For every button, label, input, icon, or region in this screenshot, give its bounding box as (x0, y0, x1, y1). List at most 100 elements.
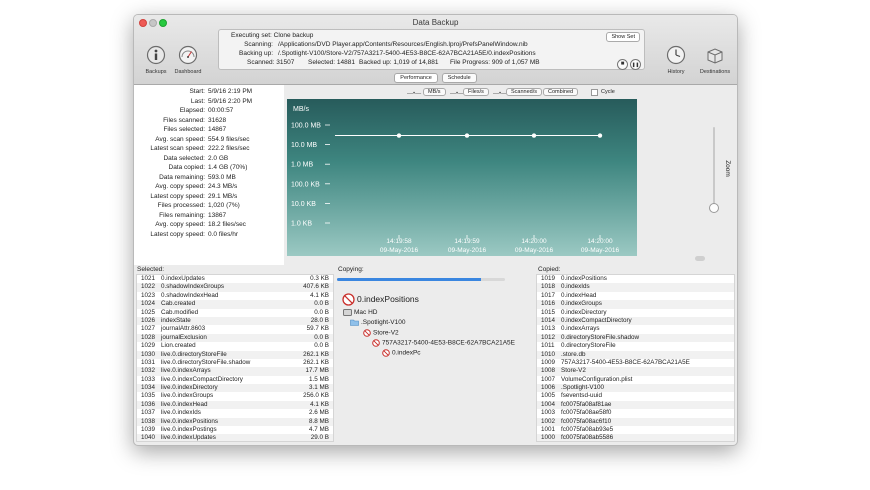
list-item[interactable]: 1022 0.shadowIndexGroups 407.6 KB (137, 283, 333, 292)
stat-label: Latest scan speed: (150, 145, 205, 152)
item-filename: journalAttr.8603 (161, 325, 206, 333)
legend-scanned-button[interactable]: Scanned/s (506, 88, 542, 96)
list-item[interactable]: 1007 VolumeConfiguration.plist (537, 376, 734, 384)
list-item[interactable]: 1024 Cab.created 0.0 B (137, 300, 333, 309)
list-item[interactable]: 1037 live.0.indexIds 2.6 MB (137, 409, 333, 417)
tab-schedule[interactable]: Schedule (441, 73, 477, 83)
stat-row: Files remaining: 13867 (134, 212, 284, 222)
stat-row: Data selected: 2.0 GB (134, 155, 284, 165)
list-item[interactable]: 1011 0.directoryStoreFile (537, 342, 734, 350)
stat-row: Start: 5/9/16 2:19 PM (134, 88, 284, 98)
item-filename: live.0.directoryStoreFile.shadow (161, 358, 251, 366)
backups-button[interactable]: Backups (140, 45, 172, 75)
item-size: 8.8 MB (309, 417, 329, 425)
item-filename: live.0.indexIds (161, 409, 201, 417)
list-item[interactable]: 1034 live.0.indexDirectory 3.1 MB (137, 384, 333, 393)
tree-item-folder: .Spotlight-V100 (350, 319, 405, 326)
chart-scroll-handle[interactable] (695, 256, 705, 261)
list-item[interactable]: 1027 journalAttr.8603 59.7 KB (137, 325, 333, 333)
item-number: 1028 (141, 333, 156, 341)
legend-combined-button[interactable]: Combined (543, 88, 579, 96)
zoom-slider-track[interactable] (713, 127, 715, 207)
item-size: 262.1 KB (303, 358, 329, 366)
item-filename: 0.shadowIndexHead (161, 291, 219, 299)
clock-icon (666, 45, 686, 65)
item-filename: Lion.created (161, 342, 196, 350)
list-item[interactable]: 1016 0.indexGroups (537, 300, 734, 309)
list-item[interactable]: 1032 live.0.indexArrays 17.7 MB (137, 367, 333, 376)
list-item[interactable]: 1006 .Spotlight-V100 (537, 384, 734, 393)
stat-value: 5/9/16 2:19 PM (208, 88, 253, 95)
list-item[interactable]: 1003 fc0075fa08ae58f0 (537, 409, 734, 417)
dashboard-button[interactable]: Dashboard (172, 45, 204, 75)
list-item[interactable]: 1001 fc0075fa08ab93e5 (537, 426, 734, 434)
stat-value: 593.0 MB (208, 173, 236, 181)
list-item[interactable]: 1015 0.indexDirectory (537, 309, 734, 317)
list-item[interactable]: 1004 fc0075fa08af81ae (537, 400, 734, 410)
history-button[interactable]: History (660, 45, 692, 75)
scanned-count: Scanned: 31507 (247, 59, 295, 66)
list-item[interactable]: 1036 live.0.indexHead 4.1 KB (137, 400, 333, 410)
list-item[interactable]: 1025 Cab.modified 0.0 B (137, 309, 333, 317)
pause-button[interactable]: ❚❚ (630, 59, 641, 70)
list-item[interactable]: 1028 journalExclusion 0.0 B (137, 333, 333, 343)
item-number: 1017 (541, 291, 556, 299)
item-filename: fseventsd-uuid (561, 392, 602, 400)
list-item[interactable]: 1019 0.indexPositions (537, 275, 734, 283)
list-item[interactable]: 1030 live.0.directoryStoreFile 262.1 KB (137, 350, 333, 359)
item-filename: live.0.indexDirectory (161, 384, 218, 392)
list-item[interactable]: 1023 0.shadowIndexHead 4.1 KB (137, 292, 333, 300)
list-item[interactable]: 1031 live.0.directoryStoreFile.shadow 262.… (137, 359, 333, 367)
destinations-button[interactable]: Destinations (695, 45, 735, 75)
item-number: 1000 (541, 434, 556, 442)
item-number: 1025 (141, 308, 156, 316)
list-item[interactable]: 1008 Store-V2 (537, 367, 734, 376)
list-item[interactable]: 1033 live.0.indexCompactDirectory 1.5 MB (137, 376, 333, 384)
item-filename: fc0075fa08ab5586 (561, 434, 614, 442)
list-item[interactable]: 1018 0.indexIds (537, 283, 734, 292)
stat-label: Avg. copy speed: (155, 221, 205, 228)
y-tick-label: 100.0 KB (291, 181, 320, 188)
stop-button[interactable]: ■ (617, 59, 628, 70)
list-item[interactable]: 1009 757A3217-5400-4E53-B8CE-62A7BCA21A5E (537, 359, 734, 367)
list-item[interactable]: 1010 .store.db (537, 350, 734, 359)
list-item[interactable]: 1026 indexState 28.0 B (137, 316, 333, 326)
item-size: 256.0 KB (303, 392, 329, 400)
copied-list[interactable]: 1019 0.indexPositions 1018 0.indexIds 1017 0.… (536, 274, 735, 442)
list-item[interactable]: 1040 live.0.indexUpdates 29.0 B (137, 434, 333, 441)
selected-list[interactable]: 1021 0.indexUpdates 0.3 KB 1022 0.shadowInde… (136, 274, 334, 442)
list-item[interactable]: 1021 0.indexUpdates 0.3 KB (137, 275, 333, 283)
list-item[interactable]: 1005 fseventsd-uuid (537, 392, 734, 400)
list-item[interactable]: 1014 0.indexCompactDirectory (537, 316, 734, 326)
list-item[interactable]: 1029 Lion.created 0.0 B (137, 342, 333, 350)
item-filename: fc0075fa08ab93e5 (561, 426, 614, 434)
legend-mbs-button[interactable]: MB/s (423, 88, 446, 96)
stat-label: Start: (189, 88, 205, 95)
current-file: 0.indexPositions (342, 293, 419, 306)
list-item[interactable]: 1039 live.0.indexPostings 4.7 MB (137, 426, 333, 434)
item-filename: 0.indexDirectory (561, 308, 607, 316)
scanning-label: Scanning: (244, 41, 273, 48)
cycle-checkbox[interactable] (591, 89, 598, 96)
item-number: 1004 (541, 400, 556, 408)
legend-files-button[interactable]: Files/s (463, 88, 489, 96)
info-icon (146, 45, 166, 65)
item-number: 1032 (141, 367, 156, 375)
list-item[interactable]: 1012 0.directoryStoreFile.shadow (537, 333, 734, 343)
list-item[interactable]: 1017 0.indexHead (537, 292, 734, 300)
tree-item-file: 0.indexPc (382, 349, 421, 357)
list-item[interactable]: 1002 fc0075fa08ac6f10 (537, 417, 734, 427)
list-item[interactable]: 1013 0.indexArrays (537, 325, 734, 333)
zoom-slider-knob[interactable] (709, 203, 719, 213)
no-entry-icon (363, 329, 371, 337)
item-number: 1033 (141, 375, 156, 383)
list-item[interactable]: 1038 live.0.indexPositions 8.8 MB (137, 417, 333, 427)
item-number: 1035 (141, 392, 156, 400)
show-set-button[interactable]: Show Set (606, 32, 640, 42)
list-item[interactable]: 1035 live.0.indexGroups 256.0 KB (137, 392, 333, 400)
x-tick-date: 09-May-2016 (515, 247, 554, 254)
app-window: Data Backup Backups Dashboard Executing … (133, 14, 738, 446)
tab-performance[interactable]: Performance (394, 73, 438, 83)
list-item[interactable]: 1000 fc0075fa08ab5586 (537, 434, 734, 442)
tree-label: Store-V2 (373, 329, 399, 337)
